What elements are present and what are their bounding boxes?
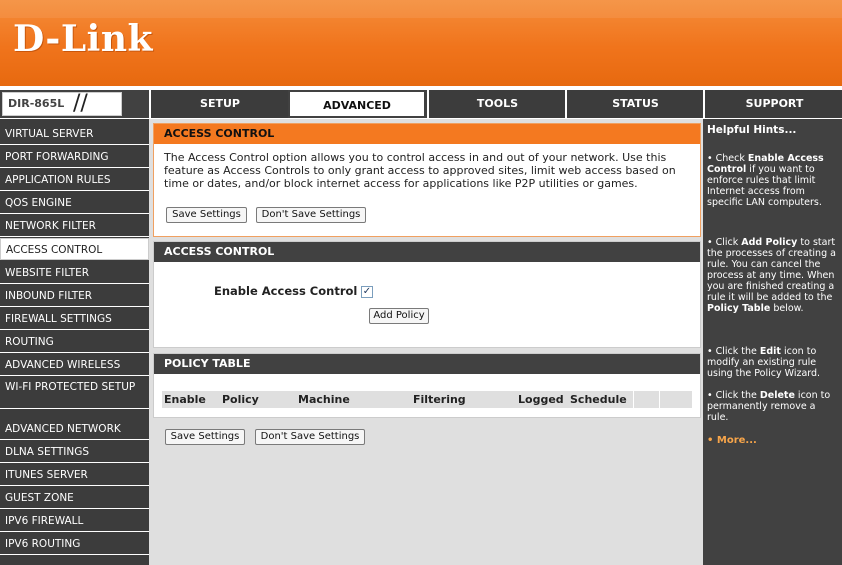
enable-access-control-label: Enable Access Control : [214, 284, 366, 298]
hints-title: Helpful Hints... [707, 124, 797, 136]
dont-save-settings-button[interactable]: Don't Save Settings [256, 207, 366, 223]
col-filtering: Filtering [413, 393, 466, 406]
hint-text: • Click the [707, 390, 760, 401]
tab-status[interactable]: STATUS [565, 90, 704, 118]
hint-bold: Edit [759, 346, 781, 357]
model-slash: // [73, 91, 88, 116]
tab-setup[interactable]: SETUP [149, 90, 289, 118]
enable-access-control-checkbox[interactable]: ✓ [361, 286, 373, 298]
menu-ipv6-firewall[interactable]: IPV6 FIREWALL [0, 510, 149, 532]
save-settings-bottom-button[interactable]: Save Settings [165, 429, 245, 445]
top-nav: DIR-865L // SETUP ADVANCED TOOLS STATUS … [0, 90, 842, 118]
menu-advanced-network[interactable]: ADVANCED NETWORK [0, 418, 149, 440]
hint-bold: Add Policy [741, 237, 798, 248]
menu-itunes-server[interactable]: ITUNES SERVER [0, 464, 149, 486]
menu-advanced-wireless[interactable]: ADVANCED WIRELESS [0, 354, 149, 376]
hint-text: below. [770, 303, 804, 314]
menu-virtual-server[interactable]: VIRTUAL SERVER [0, 123, 149, 145]
section-description: The Access Control option allows you to … [164, 151, 676, 190]
menu-ipv6-routing[interactable]: IPV6 ROUTING [0, 533, 149, 555]
section-title: ACCESS CONTROL [154, 242, 700, 262]
model-badge: DIR-865L // [2, 91, 122, 116]
hint-text: • Check [707, 153, 748, 164]
model-name: DIR-865L [8, 97, 65, 110]
access-control-box: ACCESS CONTROL Enable Access Control : ✓… [153, 241, 701, 348]
access-control-intro-box: ACCESS CONTROL The Access Control option… [153, 123, 701, 237]
col-enable: Enable [164, 393, 206, 406]
hint-enable-access-control: • Check Enable Access Control if you wan… [707, 153, 837, 208]
menu-website-filter[interactable]: WEBSITE FILTER [0, 262, 149, 284]
add-policy-button[interactable]: Add Policy [369, 308, 429, 324]
more-link[interactable]: • More... [707, 435, 757, 446]
menu-dlna-settings[interactable]: DLNA SETTINGS [0, 441, 149, 463]
menu-application-rules[interactable]: APPLICATION RULES [0, 169, 149, 191]
menu-guest-zone[interactable]: GUEST ZONE [0, 487, 149, 509]
save-settings-button[interactable]: Save Settings [166, 207, 247, 223]
hint-text: • Click the [707, 346, 760, 357]
section-title: ACCESS CONTROL [154, 124, 700, 144]
hint-add-policy: • Click Add Policy to start the processe… [707, 237, 837, 314]
menu-inbound-filter[interactable]: INBOUND FILTER [0, 285, 149, 307]
menu-firewall-settings[interactable]: FIREWALL SETTINGS [0, 308, 149, 330]
hint-delete: • Click the Delete icon to permanently r… [707, 390, 837, 423]
hint-edit: • Click the Edit icon to modify an exist… [707, 346, 837, 379]
menu-network-filter[interactable]: NETWORK FILTER [0, 215, 149, 237]
dlink-logo: D-Link [13, 18, 153, 60]
col-machine: Machine [298, 393, 350, 406]
hint-bold: Policy Table [707, 303, 771, 314]
menu-port-forwarding[interactable]: PORT FORWARDING [0, 146, 149, 168]
col-divider [659, 391, 660, 408]
helpful-hints-panel: Helpful Hints... • Check Enable Access C… [703, 119, 842, 565]
tab-advanced[interactable]: ADVANCED [288, 90, 426, 118]
dont-save-settings-bottom-button[interactable]: Don't Save Settings [255, 429, 365, 445]
header-banner: D-Link [0, 0, 842, 86]
col-policy: Policy [222, 393, 259, 406]
main-content: ACCESS CONTROL The Access Control option… [149, 119, 703, 565]
hint-text: • Click [707, 237, 742, 248]
col-divider [633, 391, 634, 408]
menu-wifi-protected-setup[interactable]: WI-FI PROTECTED SETUP [0, 377, 149, 409]
col-schedule: Schedule [570, 393, 627, 406]
menu-routing[interactable]: ROUTING [0, 331, 149, 353]
tab-tools[interactable]: TOOLS [427, 90, 566, 118]
policy-table-box: POLICY TABLE Enable Policy Machine Filte… [153, 353, 701, 418]
section-title: POLICY TABLE [154, 354, 700, 374]
hint-bold: Delete [759, 390, 795, 401]
left-menu: VIRTUAL SERVER PORT FORWARDING APPLICATI… [0, 119, 149, 565]
col-logged: Logged [518, 393, 564, 406]
checkmark-icon: ✓ [362, 286, 372, 297]
tab-support[interactable]: SUPPORT [703, 90, 842, 118]
menu-qos-engine[interactable]: QOS ENGINE [0, 192, 149, 214]
menu-access-control[interactable]: ACCESS CONTROL [0, 238, 149, 260]
